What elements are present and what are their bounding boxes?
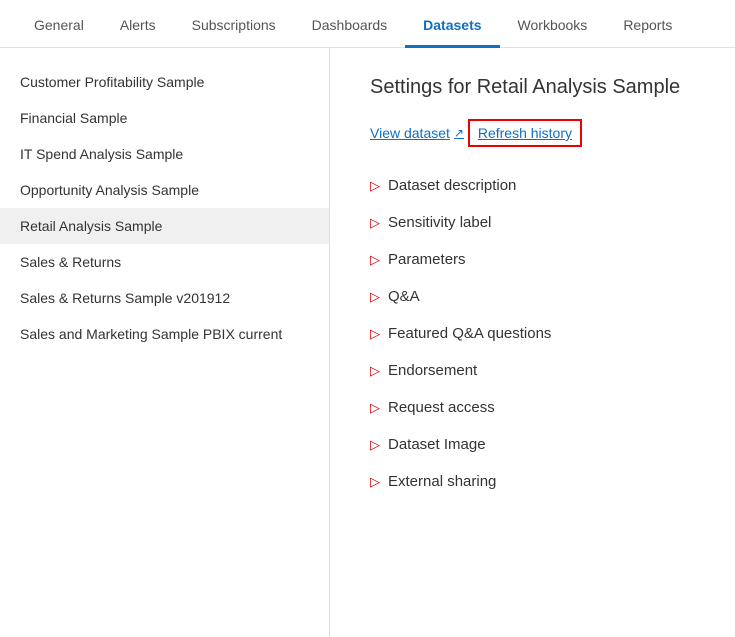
- accordion-arrow-icon: ▷: [370, 252, 380, 268]
- accordion-item[interactable]: ▷ Request access: [370, 389, 695, 426]
- accordion-item[interactable]: ▷ Sensitivity label: [370, 204, 695, 241]
- accordion-item-label: Parameters: [388, 251, 466, 268]
- accordion-item[interactable]: ▷ Parameters: [370, 241, 695, 278]
- accordion-arrow-icon: ▷: [370, 474, 380, 490]
- tab-dashboards[interactable]: Dashboards: [294, 5, 406, 48]
- accordion-item-label: Dataset description: [388, 177, 516, 194]
- accordion-item[interactable]: ▷ Q&A: [370, 278, 695, 315]
- accordion-list: ▷ Dataset description ▷ Sensitivity label ▷ P…: [370, 167, 695, 500]
- accordion-arrow-icon: ▷: [370, 178, 380, 194]
- sidebar-item[interactable]: Customer Profitability Sample: [0, 64, 329, 100]
- sidebar-item[interactable]: Retail Analysis Sample: [0, 208, 329, 244]
- accordion-item-label: Request access: [388, 399, 495, 416]
- tab-general[interactable]: General: [16, 5, 102, 48]
- accordion-arrow-icon: ▷: [370, 363, 380, 379]
- accordion-item[interactable]: ▷ External sharing: [370, 463, 695, 500]
- sidebar-item[interactable]: Financial Sample: [0, 100, 329, 136]
- accordion-item[interactable]: ▷ Endorsement: [370, 352, 695, 389]
- sidebar-item[interactable]: Opportunity Analysis Sample: [0, 172, 329, 208]
- accordion-arrow-icon: ▷: [370, 326, 380, 342]
- sidebar-item[interactable]: Sales & Returns: [0, 244, 329, 280]
- accordion-item-label: Dataset Image: [388, 436, 486, 453]
- refresh-history-button[interactable]: Refresh history: [468, 119, 582, 147]
- sidebar-item[interactable]: IT Spend Analysis Sample: [0, 136, 329, 172]
- accordion-item[interactable]: ▷ Dataset Image: [370, 426, 695, 463]
- tab-alerts[interactable]: Alerts: [102, 5, 174, 48]
- accordion-item-label: Q&A: [388, 288, 420, 305]
- content-title: Settings for Retail Analysis Sample: [370, 76, 695, 99]
- accordion-arrow-icon: ▷: [370, 437, 380, 453]
- accordion-arrow-icon: ▷: [370, 215, 380, 231]
- accordion-item-label: Featured Q&A questions: [388, 325, 551, 342]
- tab-datasets[interactable]: Datasets: [405, 5, 499, 48]
- tab-subscriptions[interactable]: Subscriptions: [174, 5, 294, 48]
- content-area: Settings for Retail Analysis Sample View…: [330, 48, 735, 637]
- tab-workbooks[interactable]: Workbooks: [500, 5, 606, 48]
- sidebar-item[interactable]: Sales & Returns Sample v201912: [0, 280, 329, 316]
- accordion-arrow-icon: ▷: [370, 400, 380, 416]
- sidebar: Customer Profitability SampleFinancial S…: [0, 48, 330, 637]
- sidebar-item[interactable]: Sales and Marketing Sample PBIX current: [0, 316, 329, 352]
- accordion-item-label: Endorsement: [388, 362, 477, 379]
- accordion-item-label: Sensitivity label: [388, 214, 491, 231]
- accordion-arrow-icon: ▷: [370, 289, 380, 305]
- accordion-item[interactable]: ▷ Featured Q&A questions: [370, 315, 695, 352]
- view-dataset-label: View dataset: [370, 125, 450, 141]
- accordion-item[interactable]: ▷ Dataset description: [370, 167, 695, 204]
- tab-reports[interactable]: Reports: [605, 5, 690, 48]
- view-dataset-link[interactable]: View dataset ↗: [370, 125, 464, 141]
- top-nav: GeneralAlertsSubscriptionsDashboardsData…: [0, 0, 735, 48]
- accordion-item-label: External sharing: [388, 473, 496, 490]
- main-layout: Customer Profitability SampleFinancial S…: [0, 48, 735, 637]
- external-link-icon: ↗: [454, 126, 464, 140]
